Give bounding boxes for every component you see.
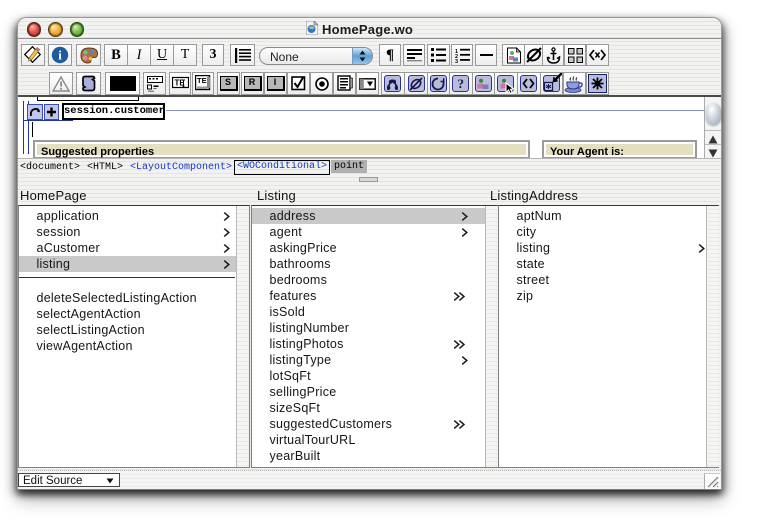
svg-text:3: 3 <box>455 59 458 63</box>
svg-text:i: i <box>58 48 62 63</box>
svg-text:TE: TE <box>197 76 207 85</box>
